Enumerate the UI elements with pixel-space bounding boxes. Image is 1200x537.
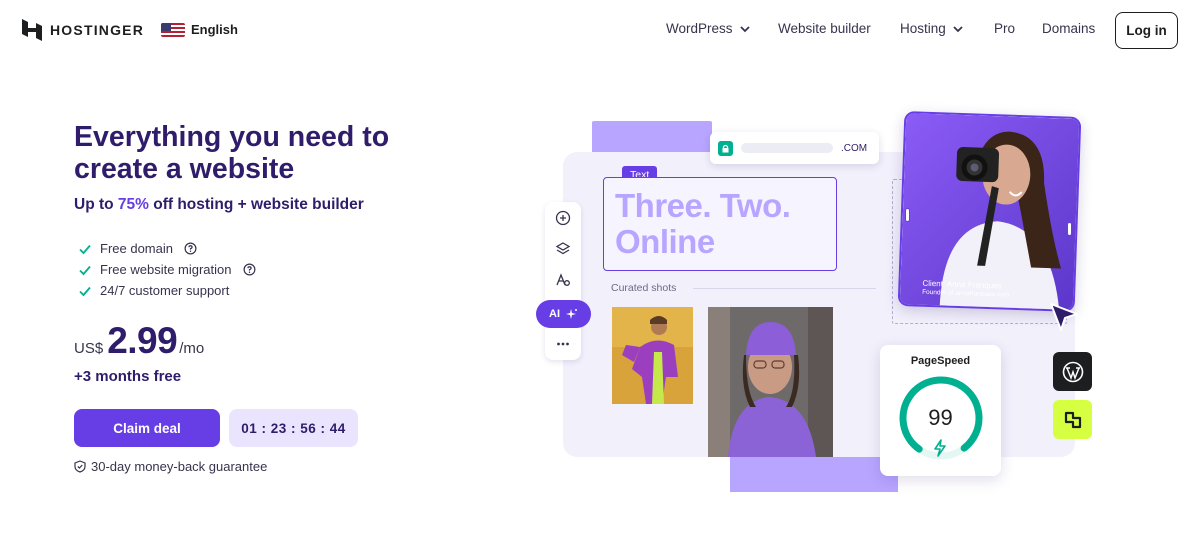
feature-item: 24/7 customer support bbox=[78, 280, 256, 301]
language-selector[interactable]: English bbox=[161, 22, 238, 37]
price-amount: 2.99 bbox=[107, 320, 178, 361]
hostinger-logo[interactable]: HOSTINGER bbox=[22, 19, 144, 41]
sparkle-icon bbox=[566, 308, 577, 319]
nav-item-label: WordPress bbox=[666, 21, 733, 36]
top-navigation: HOSTINGER English WordPress Website buil… bbox=[0, 0, 1200, 60]
brand-name: HOSTINGER bbox=[50, 22, 145, 38]
hero-subtitle: Up to 75% off hosting + website builder bbox=[74, 196, 364, 214]
price-currency: US$ bbox=[74, 340, 104, 357]
nav-item-label: Pro bbox=[994, 21, 1016, 36]
cursor-arrow-icon bbox=[1050, 303, 1078, 331]
help-icon[interactable] bbox=[243, 263, 256, 276]
headline-textbox[interactable]: Three. Two. Online bbox=[603, 177, 837, 271]
builder-icon bbox=[1064, 411, 1081, 428]
hostinger-builder-badge bbox=[1053, 400, 1092, 439]
language-label: English bbox=[191, 22, 238, 37]
hero-illustration: .COM AI Text Three. Two. Online Curated … bbox=[530, 110, 1120, 500]
price-display: US$ 2.99 /mo bbox=[74, 320, 204, 362]
feature-label: 24/7 customer support bbox=[100, 283, 230, 298]
login-button[interactable]: Log in bbox=[1115, 12, 1178, 49]
help-icon[interactable] bbox=[184, 242, 197, 255]
wordpress-icon bbox=[1062, 361, 1083, 382]
checkmark-icon bbox=[79, 265, 91, 275]
more-icon[interactable] bbox=[555, 336, 571, 352]
hero-title: Everything you need to create a website bbox=[74, 121, 390, 185]
client-photo-card: Client: Anna Franques Founder of annafra… bbox=[897, 110, 1082, 313]
domain-suffix: .COM bbox=[841, 142, 868, 154]
nav-item-wordpress[interactable]: WordPress bbox=[666, 21, 751, 36]
lightning-icon bbox=[934, 439, 946, 457]
wordpress-badge bbox=[1053, 352, 1092, 391]
nav-item-label: Domains bbox=[1042, 21, 1096, 36]
curated-shots-label: Curated shots bbox=[611, 282, 677, 294]
countdown-timer: 01 : 23 : 56 : 44 bbox=[229, 409, 358, 447]
feature-label: Free website migration bbox=[100, 262, 232, 277]
guarantee-label: 30-day money-back guarantee bbox=[91, 459, 268, 474]
chevron-down-icon bbox=[739, 25, 750, 32]
add-icon[interactable] bbox=[555, 210, 571, 226]
text-style-icon[interactable] bbox=[555, 272, 571, 288]
subtitle-suffix: off hosting + website builder bbox=[148, 196, 364, 213]
pagespeed-card: PageSpeed 99 bbox=[880, 345, 1001, 476]
nav-item-label: Website builder bbox=[778, 21, 871, 36]
lock-icon bbox=[718, 140, 733, 156]
nav-item-hosting[interactable]: Hosting bbox=[900, 21, 964, 36]
money-back-guarantee: 30-day money-back guarantee bbox=[74, 459, 267, 474]
ai-label: AI bbox=[549, 308, 560, 320]
feature-list: Free domain Free website migration 24/7 … bbox=[78, 238, 256, 301]
layers-icon[interactable] bbox=[555, 241, 571, 257]
headline-line-1: Three. Two. bbox=[615, 187, 791, 224]
pagespeed-score: 99 bbox=[928, 405, 953, 430]
checkmark-icon bbox=[79, 286, 91, 296]
discount-percent: 75% bbox=[117, 196, 149, 213]
photo-man-purple-suit bbox=[612, 307, 693, 404]
bonus-text: +3 months free bbox=[74, 368, 182, 385]
resize-handle[interactable] bbox=[905, 208, 910, 222]
feature-item: Free domain bbox=[78, 238, 256, 259]
pagespeed-label: PageSpeed bbox=[910, 355, 971, 367]
feature-item: Free website migration bbox=[78, 259, 256, 280]
feature-label: Free domain bbox=[100, 241, 173, 256]
divider bbox=[693, 288, 876, 289]
domain-placeholder bbox=[741, 143, 833, 153]
headline-line-2: Online bbox=[615, 223, 715, 260]
nav-item-domains[interactable]: Domains bbox=[1042, 21, 1095, 36]
resize-handle[interactable] bbox=[1067, 222, 1072, 236]
nav-item-label: Hosting bbox=[900, 21, 946, 36]
price-period: /mo bbox=[179, 340, 205, 357]
shield-check-icon bbox=[74, 460, 86, 473]
ai-button[interactable]: AI bbox=[536, 300, 591, 328]
nav-item-pro[interactable]: Pro bbox=[994, 21, 1015, 36]
checkmark-icon bbox=[79, 244, 91, 254]
us-flag-icon bbox=[161, 22, 185, 37]
subtitle-prefix: Up to bbox=[74, 196, 118, 213]
photo-woman-purple-beanie bbox=[708, 307, 833, 457]
chevron-down-icon bbox=[953, 25, 963, 32]
nav-item-website-builder[interactable]: Website builder bbox=[778, 21, 871, 36]
claim-deal-button[interactable]: Claim deal bbox=[74, 409, 220, 447]
client-credit: Client: Anna Franques Founder of annafra… bbox=[922, 279, 1010, 300]
hostinger-logo-icon bbox=[22, 19, 42, 41]
domain-bar: .COM bbox=[710, 132, 879, 164]
